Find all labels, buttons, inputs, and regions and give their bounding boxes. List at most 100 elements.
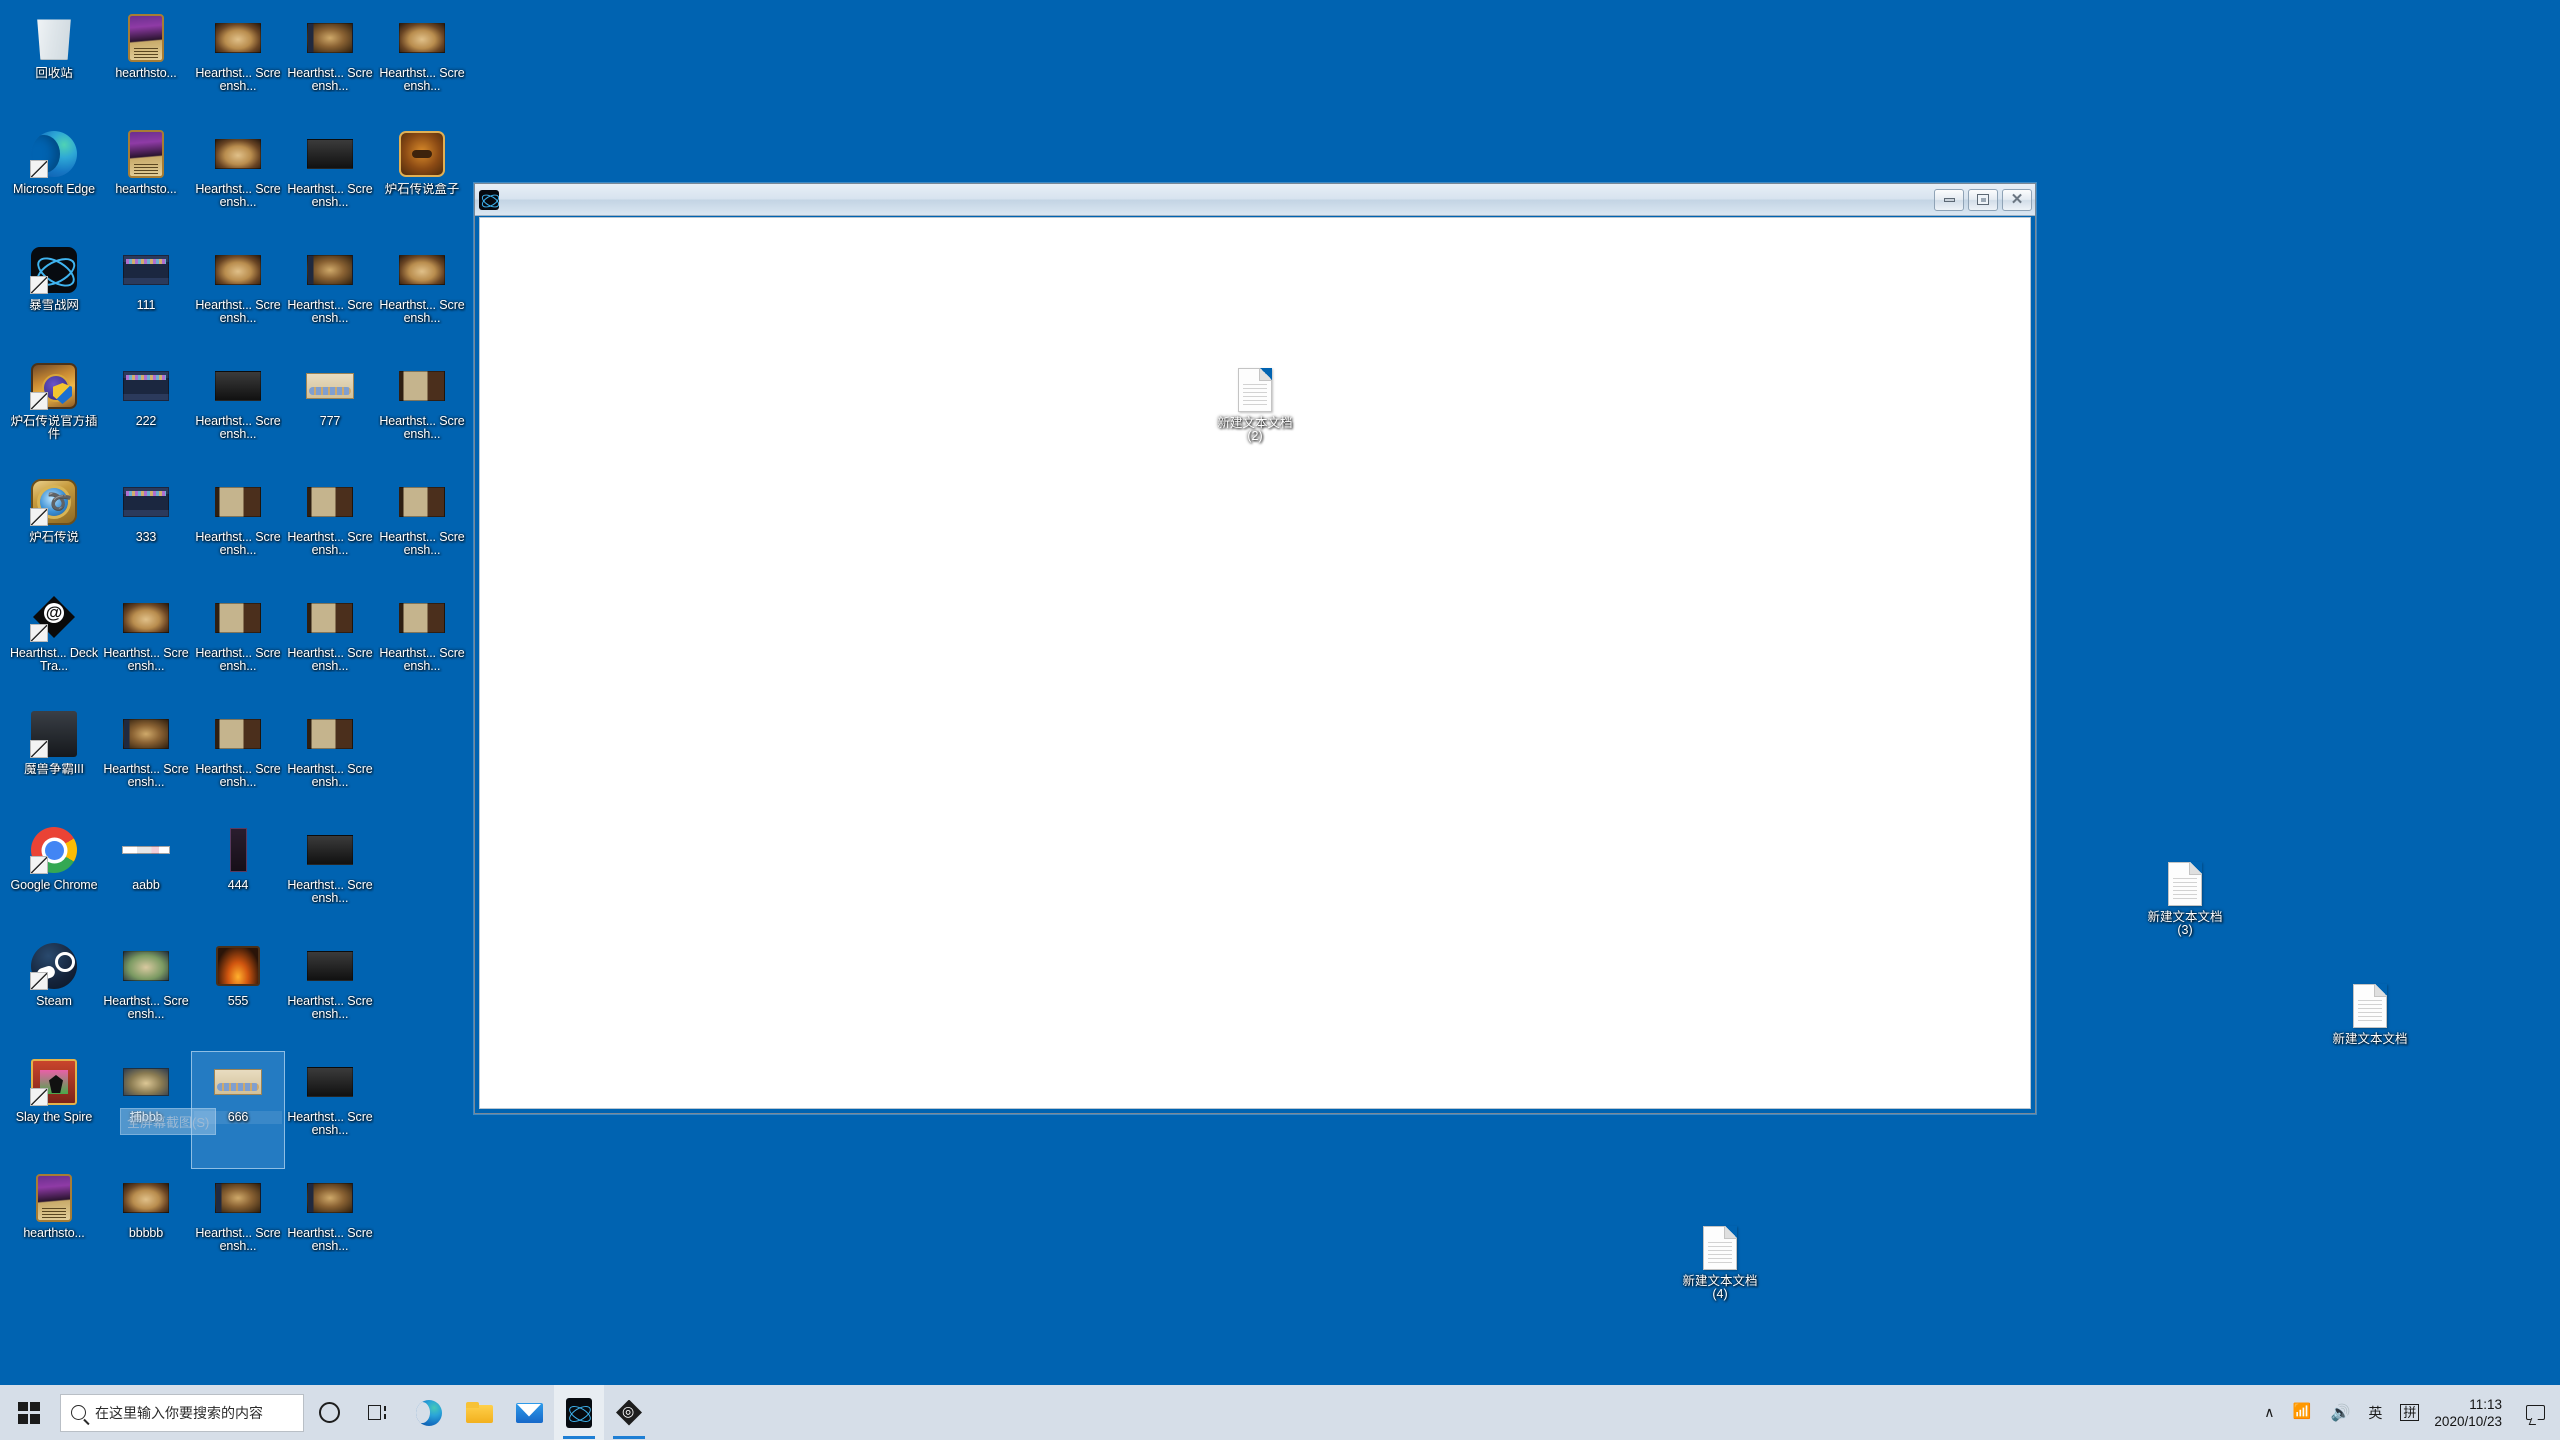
- desktop-icon[interactable]: Hearthst... Screensh...: [192, 240, 284, 356]
- desktop-icon[interactable]: Hearthst... Deck Tra...: [8, 588, 100, 704]
- desktop-icon[interactable]: Hearthst... Screensh...: [376, 472, 468, 588]
- desktop-icon[interactable]: Slay the Spire: [8, 1052, 100, 1168]
- desktop-icon[interactable]: Hearthst... Screensh...: [192, 8, 284, 124]
- search-input[interactable]: 在这里输入你要搜索的内容: [60, 1393, 304, 1432]
- desktop-icon[interactable]: Hearthst... Screensh...: [284, 1052, 376, 1168]
- minimize-button[interactable]: [1934, 188, 1964, 211]
- thumb-icon: [306, 373, 354, 399]
- desktop-icon[interactable]: bbbbb: [100, 1168, 192, 1284]
- window-titlebar[interactable]: ✕: [475, 184, 2035, 216]
- thumb-icon: [399, 487, 445, 517]
- desktop-icon-label: Steam: [36, 995, 72, 1008]
- desktop-icon[interactable]: Hearthst... Screensh...: [284, 8, 376, 124]
- tb-file-explorer-button[interactable]: [454, 1385, 504, 1440]
- desktop-icon-label: Hearthst... Screensh...: [103, 995, 189, 1021]
- desktop-icon[interactable]: Hearthst... Screensh...: [192, 588, 284, 704]
- desktop-icon-label: Hearthst... Screensh...: [195, 67, 281, 93]
- desktop-icon-glyph: [122, 362, 170, 410]
- desktop-icon[interactable]: Microsoft Edge: [8, 124, 100, 240]
- tray-expand-button[interactable]: ∧: [2255, 1385, 2283, 1440]
- desktop-icon[interactable]: 222: [100, 356, 192, 472]
- tray-ime-language[interactable]: 英: [2359, 1385, 2391, 1440]
- chevron-up-icon: ∧: [2264, 1404, 2275, 1420]
- thumb-icon: [214, 1069, 262, 1095]
- desktop-icon-glyph: [306, 826, 354, 874]
- desktop-icon[interactable]: Hearthst... Screensh...: [284, 472, 376, 588]
- desktop-icon[interactable]: 新建文本文档: [2324, 980, 2416, 1046]
- tb-cortana-button[interactable]: [304, 1385, 354, 1440]
- desktop-icon[interactable]: 炉石传说: [8, 472, 100, 588]
- desktop-icon[interactable]: Hearthst... Screensh...: [284, 704, 376, 820]
- desktop-icon[interactable]: Hearthst... Screensh...: [284, 240, 376, 356]
- desktop-icon-label: Hearthst... Screensh...: [379, 415, 465, 441]
- search-placeholder: 在这里输入你要搜索的内容: [95, 1404, 263, 1421]
- desktop-icon[interactable]: Hearthst... Screensh...: [192, 356, 284, 472]
- tb-edge-button[interactable]: [404, 1385, 454, 1440]
- desktop-icon[interactable]: hearthsto...: [100, 8, 192, 124]
- desktop-icon[interactable]: 回收站: [8, 8, 100, 124]
- desktop-icon[interactable]: hearthsto...: [100, 124, 192, 240]
- desktop-icon[interactable]: Hearthst... Screensh...: [284, 820, 376, 936]
- tray-volume-button[interactable]: 🔊: [2321, 1385, 2359, 1440]
- desktop-icon[interactable]: Hearthst... Screensh...: [192, 704, 284, 820]
- maximize-button[interactable]: [1968, 188, 1998, 211]
- desktop-icon[interactable]: Hearthst... Screensh...: [192, 472, 284, 588]
- desktop-icon[interactable]: 新建文本文档 (3): [2139, 858, 2231, 936]
- desktop[interactable]: 回收站 hearthsto... Hearthst... Screensh... He…: [0, 0, 2560, 1440]
- desktop-icon[interactable]: Hearthst... Screensh...: [284, 588, 376, 704]
- desktop-icon[interactable]: hearthsto...: [8, 1168, 100, 1284]
- tb-deck-tracker-button[interactable]: [604, 1385, 654, 1440]
- desktop-icon[interactable]: Hearthst... Screensh...: [376, 356, 468, 472]
- ic-hscard-icon: [128, 14, 164, 62]
- desktop-icon[interactable]: Hearthst... Screensh...: [376, 588, 468, 704]
- desktop-icon[interactable]: Hearthst... Screensh...: [284, 936, 376, 1052]
- desktop-icon[interactable]: 魔兽争霸III: [8, 704, 100, 820]
- desktop-icon-glyph: [122, 478, 170, 526]
- thumb-icon: [307, 139, 353, 169]
- desktop-icon[interactable]: Hearthst... Screensh...: [284, 124, 376, 240]
- desktop-icon[interactable]: 555: [192, 936, 284, 1052]
- desktop-icon[interactable]: 炉石传说盒子: [376, 124, 468, 240]
- clock[interactable]: 11:13 2020/10/23: [2428, 1385, 2514, 1440]
- tb-mail-button[interactable]: [504, 1385, 554, 1440]
- desktop-icon[interactable]: Hearthst... Screensh...: [100, 704, 192, 820]
- desktop-icon[interactable]: 333: [100, 472, 192, 588]
- close-button[interactable]: ✕: [2002, 188, 2032, 211]
- desktop-icon[interactable]: 新建文本文档 (2): [1209, 368, 1301, 442]
- system-tray[interactable]: ∧ 🔊 英 拼 11:13 2020/10/23: [2255, 1385, 2560, 1440]
- desktop-icon[interactable]: 777: [284, 356, 376, 472]
- desktop-icon[interactable]: Google Chrome: [8, 820, 100, 936]
- desktop-icon[interactable]: 新建文本文档 (4): [1674, 1222, 1766, 1300]
- desktop-icon[interactable]: Hearthst... Screensh...: [192, 124, 284, 240]
- window-content[interactable]: 新建文本文档 (2): [479, 217, 2031, 1109]
- desktop-icon[interactable]: 444: [192, 820, 284, 936]
- desktop-icon-glyph: [214, 130, 262, 178]
- desktop-icon[interactable]: 暴雪战网: [8, 240, 100, 356]
- thumb-icon: [123, 371, 169, 401]
- desktop-icon[interactable]: Steam: [8, 936, 100, 1052]
- desktop-icon[interactable]: Hearthst... Screensh...: [100, 936, 192, 1052]
- desktop-icon-label: Hearthst... Screensh...: [287, 647, 373, 673]
- desktop-icon-glyph: [398, 594, 446, 642]
- tray-ime-mode[interactable]: 拼: [2391, 1385, 2428, 1440]
- desktop-icon-glyph: [398, 478, 446, 526]
- desktop-icon[interactable]: 111: [100, 240, 192, 356]
- desktop-icon[interactable]: 炉石传说官方插件: [8, 356, 100, 472]
- desktop-icon-glyph: [30, 1174, 78, 1222]
- desktop-icon[interactable]: Hearthst... Screensh...: [100, 588, 192, 704]
- text-document-icon: [1238, 368, 1272, 412]
- desktop-icon[interactable]: Hearthst... Screensh...: [376, 8, 468, 124]
- application-window[interactable]: ✕ 新建文本文档 (2): [474, 183, 2036, 1114]
- desktop-icon[interactable]: Hearthst... Screensh...: [284, 1168, 376, 1284]
- taskbar[interactable]: 在这里输入你要搜索的内容 ∧: [0, 1385, 2560, 1440]
- desktop-icon[interactable]: aabb: [100, 820, 192, 936]
- desktop-icon-label: 新建文本文档: [2332, 1032, 2408, 1046]
- tray-network-button[interactable]: [2283, 1385, 2321, 1440]
- desktop-icon[interactable]: Hearthst... Screensh...: [192, 1168, 284, 1284]
- start-button[interactable]: [0, 1385, 58, 1440]
- notification-center-button[interactable]: [2514, 1385, 2556, 1440]
- desktop-icon[interactable]: Hearthst... Screensh...: [376, 240, 468, 356]
- tb-task-view-button[interactable]: [354, 1385, 404, 1440]
- tb-battlenet-button[interactable]: [554, 1385, 604, 1440]
- desktop-icon-glyph: [122, 1058, 170, 1106]
